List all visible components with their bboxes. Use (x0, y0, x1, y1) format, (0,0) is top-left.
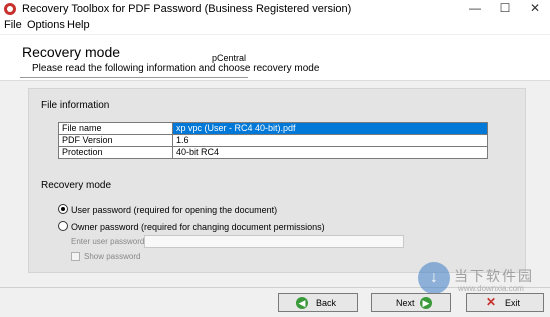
file-info-table: File name xp vpc (User - RC4 40-bit).pdf… (58, 122, 488, 159)
back-arrow-icon: ◀ (296, 297, 308, 309)
close-button[interactable]: ✕ (520, 0, 550, 18)
file-info-group-label: File information (41, 100, 110, 111)
header-overlay-text: pCentral (212, 53, 247, 63)
menu-help[interactable]: Help (67, 19, 90, 31)
menu-file[interactable]: File (4, 19, 22, 31)
exit-button[interactable]: ✕ Exit (466, 293, 544, 312)
title-bar: Recovery Toolbox for PDF Password (Busin… (0, 0, 550, 18)
watermark-text: 当下软件园 (454, 268, 534, 284)
header-divider (20, 77, 248, 78)
wizard-header: Recovery mode pCentral Please read the f… (0, 35, 550, 81)
user-password-field[interactable] (144, 235, 404, 248)
user-password-field-label: Enter user password: (71, 237, 147, 246)
menu-options[interactable]: Options (27, 19, 65, 31)
page-subtitle: Please read the following information an… (32, 63, 320, 74)
pdf-version-value[interactable]: 1.6 (172, 134, 488, 147)
protection-value[interactable]: 40-bit RC4 (172, 146, 488, 159)
app-icon (4, 3, 16, 15)
show-password-checkbox[interactable] (71, 252, 80, 261)
exit-button-label: Exit (505, 298, 521, 308)
owner-password-radio-label[interactable]: Owner password (required for changing do… (71, 222, 325, 232)
exit-x-icon: ✕ (485, 295, 497, 309)
protection-key: Protection (58, 146, 173, 159)
back-button-label: Back (316, 298, 337, 308)
next-button-label: Next (396, 298, 415, 308)
minimize-button[interactable]: — (460, 0, 490, 18)
user-password-radio-label[interactable]: User password (required for opening the … (71, 205, 277, 215)
back-button[interactable]: ◀ Back (278, 293, 358, 312)
recovery-mode-group-label: Recovery mode (41, 180, 112, 191)
pdf-version-key: PDF Version (58, 134, 173, 147)
file-name-value[interactable]: xp vpc (User - RC4 40-bit).pdf (172, 122, 488, 135)
owner-password-radio[interactable] (58, 221, 68, 231)
watermark-url: www.downxia.com (458, 284, 524, 293)
maximize-button[interactable]: ☐ (490, 0, 520, 18)
show-password-label: Show password (84, 252, 141, 261)
next-button[interactable]: Next ▶ (371, 293, 451, 312)
next-arrow-icon: ▶ (420, 297, 432, 309)
user-password-radio[interactable] (58, 204, 68, 214)
menu-bar: File Options Help (0, 18, 550, 34)
table-row[interactable]: Protection 40-bit RC4 (58, 146, 488, 159)
watermark-logo-icon: ↓ (418, 262, 450, 294)
table-row[interactable]: File name xp vpc (User - RC4 40-bit).pdf (58, 122, 488, 135)
table-row[interactable]: PDF Version 1.6 (58, 134, 488, 147)
window-title: Recovery Toolbox for PDF Password (Busin… (22, 3, 352, 15)
file-name-key: File name (58, 122, 173, 135)
page-title: Recovery mode (22, 44, 121, 60)
